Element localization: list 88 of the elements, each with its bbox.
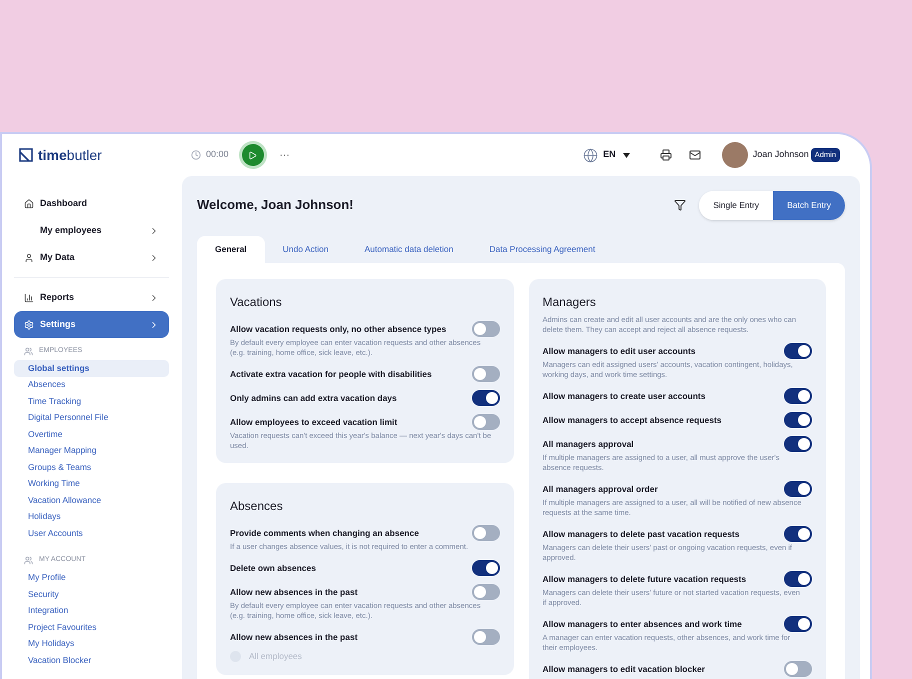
logo-icon	[19, 148, 33, 162]
filter-icon[interactable]	[674, 199, 686, 211]
settings-nav-item[interactable]: Security	[14, 586, 169, 602]
toggle-switch[interactable]	[472, 390, 500, 406]
people-icon	[24, 556, 33, 565]
user-name: Joan Johnson	[752, 148, 809, 162]
setting-label: Allow new absences in the past	[230, 586, 358, 598]
people-icon	[24, 346, 33, 356]
setting-label: Allow managers to enter absences and work time	[542, 618, 742, 630]
toggle-switch[interactable]	[784, 481, 812, 497]
avatar[interactable]	[722, 142, 748, 168]
tab[interactable]: Undo Action	[264, 236, 346, 263]
setting-label: Allow employees to exceed vacation limit	[230, 416, 398, 428]
setting-label: Allow managers to accept absence requests	[542, 414, 722, 426]
setting-label: Allow managers to edit vacation blocker	[542, 662, 705, 676]
nav-item[interactable]: Dashboard	[14, 190, 169, 217]
setting-label: Delete own absences	[230, 562, 316, 574]
setting-label: Allow managers to delete future vacation requests	[542, 572, 746, 586]
settings-nav-item[interactable]: Project Favourites	[14, 619, 169, 636]
tab[interactable]: Data Processing Agreement	[471, 236, 614, 263]
play-button[interactable]	[242, 144, 264, 166]
toggle-switch[interactable]	[472, 414, 500, 430]
language-selector[interactable]: EN	[603, 148, 616, 162]
toggle-switch[interactable]	[472, 629, 500, 645]
toggle-switch[interactable]	[472, 560, 500, 576]
card-title: Vacations	[230, 294, 283, 311]
settings-nav-item[interactable]: User Accounts	[14, 525, 169, 542]
setting-label: Allow managers to delete past vacation requests	[542, 528, 740, 540]
setting-label: Allow vacation requests only, no other absence types	[230, 322, 446, 336]
toggle-switch[interactable]	[784, 436, 812, 452]
settings-nav-item[interactable]: Manager Mapping	[14, 442, 169, 459]
toggle-switch[interactable]	[784, 388, 812, 404]
nav-item[interactable]: My employees	[14, 217, 169, 244]
nav-icon	[24, 198, 34, 208]
nav-icon	[24, 252, 34, 262]
settings-nav-item[interactable]: My Profile	[14, 570, 169, 586]
page-title: Welcome, Joan Johnson!	[197, 196, 355, 214]
nav-item[interactable]: Settings	[14, 311, 169, 338]
nav-icon	[24, 292, 34, 302]
setting-label: Activate extra vacation for people with disabilities	[230, 368, 432, 380]
toggle-switch[interactable]	[784, 571, 812, 587]
toggle-switch[interactable]	[472, 321, 500, 337]
settings-nav-item[interactable]: Global settings	[14, 360, 169, 376]
settings-nav-item[interactable]: Digital Personnel File	[14, 410, 169, 426]
card-title: Absences	[230, 498, 284, 515]
nav-item[interactable]: Reports	[14, 284, 169, 311]
more-menu[interactable]: ···	[280, 148, 290, 162]
play-icon	[248, 150, 258, 160]
settings-nav-item[interactable]: Absences	[14, 376, 169, 393]
settings-nav-item[interactable]: Holidays	[14, 508, 169, 525]
settings-nav-item[interactable]: Integration	[14, 602, 169, 619]
caret-icon	[622, 152, 630, 158]
mail-icon[interactable]	[688, 149, 701, 161]
settings-nav-item[interactable]: Overtime	[14, 426, 169, 442]
settings-nav-item[interactable]: Time Tracking	[14, 393, 169, 410]
setting-label: Allow managers to edit user accounts	[542, 344, 696, 358]
toggle-switch[interactable]	[784, 616, 812, 632]
setting-label: All managers approval order	[542, 482, 658, 496]
toggle-switch[interactable]	[472, 584, 500, 600]
toggle-switch[interactable]	[784, 661, 812, 677]
entry-mode-button[interactable]: Batch Entry	[773, 190, 845, 220]
settings-nav-item[interactable]: Working Time	[14, 476, 169, 492]
settings-nav-item[interactable]: Groups & Teams	[14, 459, 169, 476]
toggle-switch[interactable]	[784, 526, 812, 542]
toggle-switch[interactable]	[472, 366, 500, 382]
entry-mode-button[interactable]: Single Entry	[699, 190, 774, 220]
toggle-switch[interactable]	[784, 412, 812, 428]
nav-item[interactable]: My Data	[14, 244, 169, 271]
card-title: Managers	[542, 294, 597, 311]
settings-nav-item[interactable]: My Holidays	[14, 636, 169, 652]
setting-label: Provide comments when changing an absence	[230, 526, 419, 540]
globe-icon	[583, 148, 598, 162]
setting-label: Allow managers to create user accounts	[542, 390, 706, 402]
printer-icon[interactable]	[660, 149, 672, 161]
toggle-switch[interactable]	[784, 343, 812, 359]
setting-label: All managers approval	[542, 438, 634, 450]
tab[interactable]: Automatic data deletion	[346, 236, 472, 263]
clock-icon	[191, 150, 201, 160]
setting-label: Only admins can add extra vacation days	[230, 392, 397, 404]
settings-nav-item[interactable]: Vacation Blocker	[14, 652, 169, 668]
tab[interactable]: General	[197, 236, 265, 263]
nav-icon	[24, 320, 34, 330]
toggle-switch[interactable]	[472, 525, 500, 541]
timer-text: 00:00	[206, 148, 229, 162]
logo-text: timebutler	[38, 146, 102, 164]
settings-nav-item[interactable]: Vacation Allowance	[14, 492, 169, 508]
radio-label: All employees	[249, 650, 302, 662]
setting-label: Allow new absences in the past	[230, 630, 358, 644]
